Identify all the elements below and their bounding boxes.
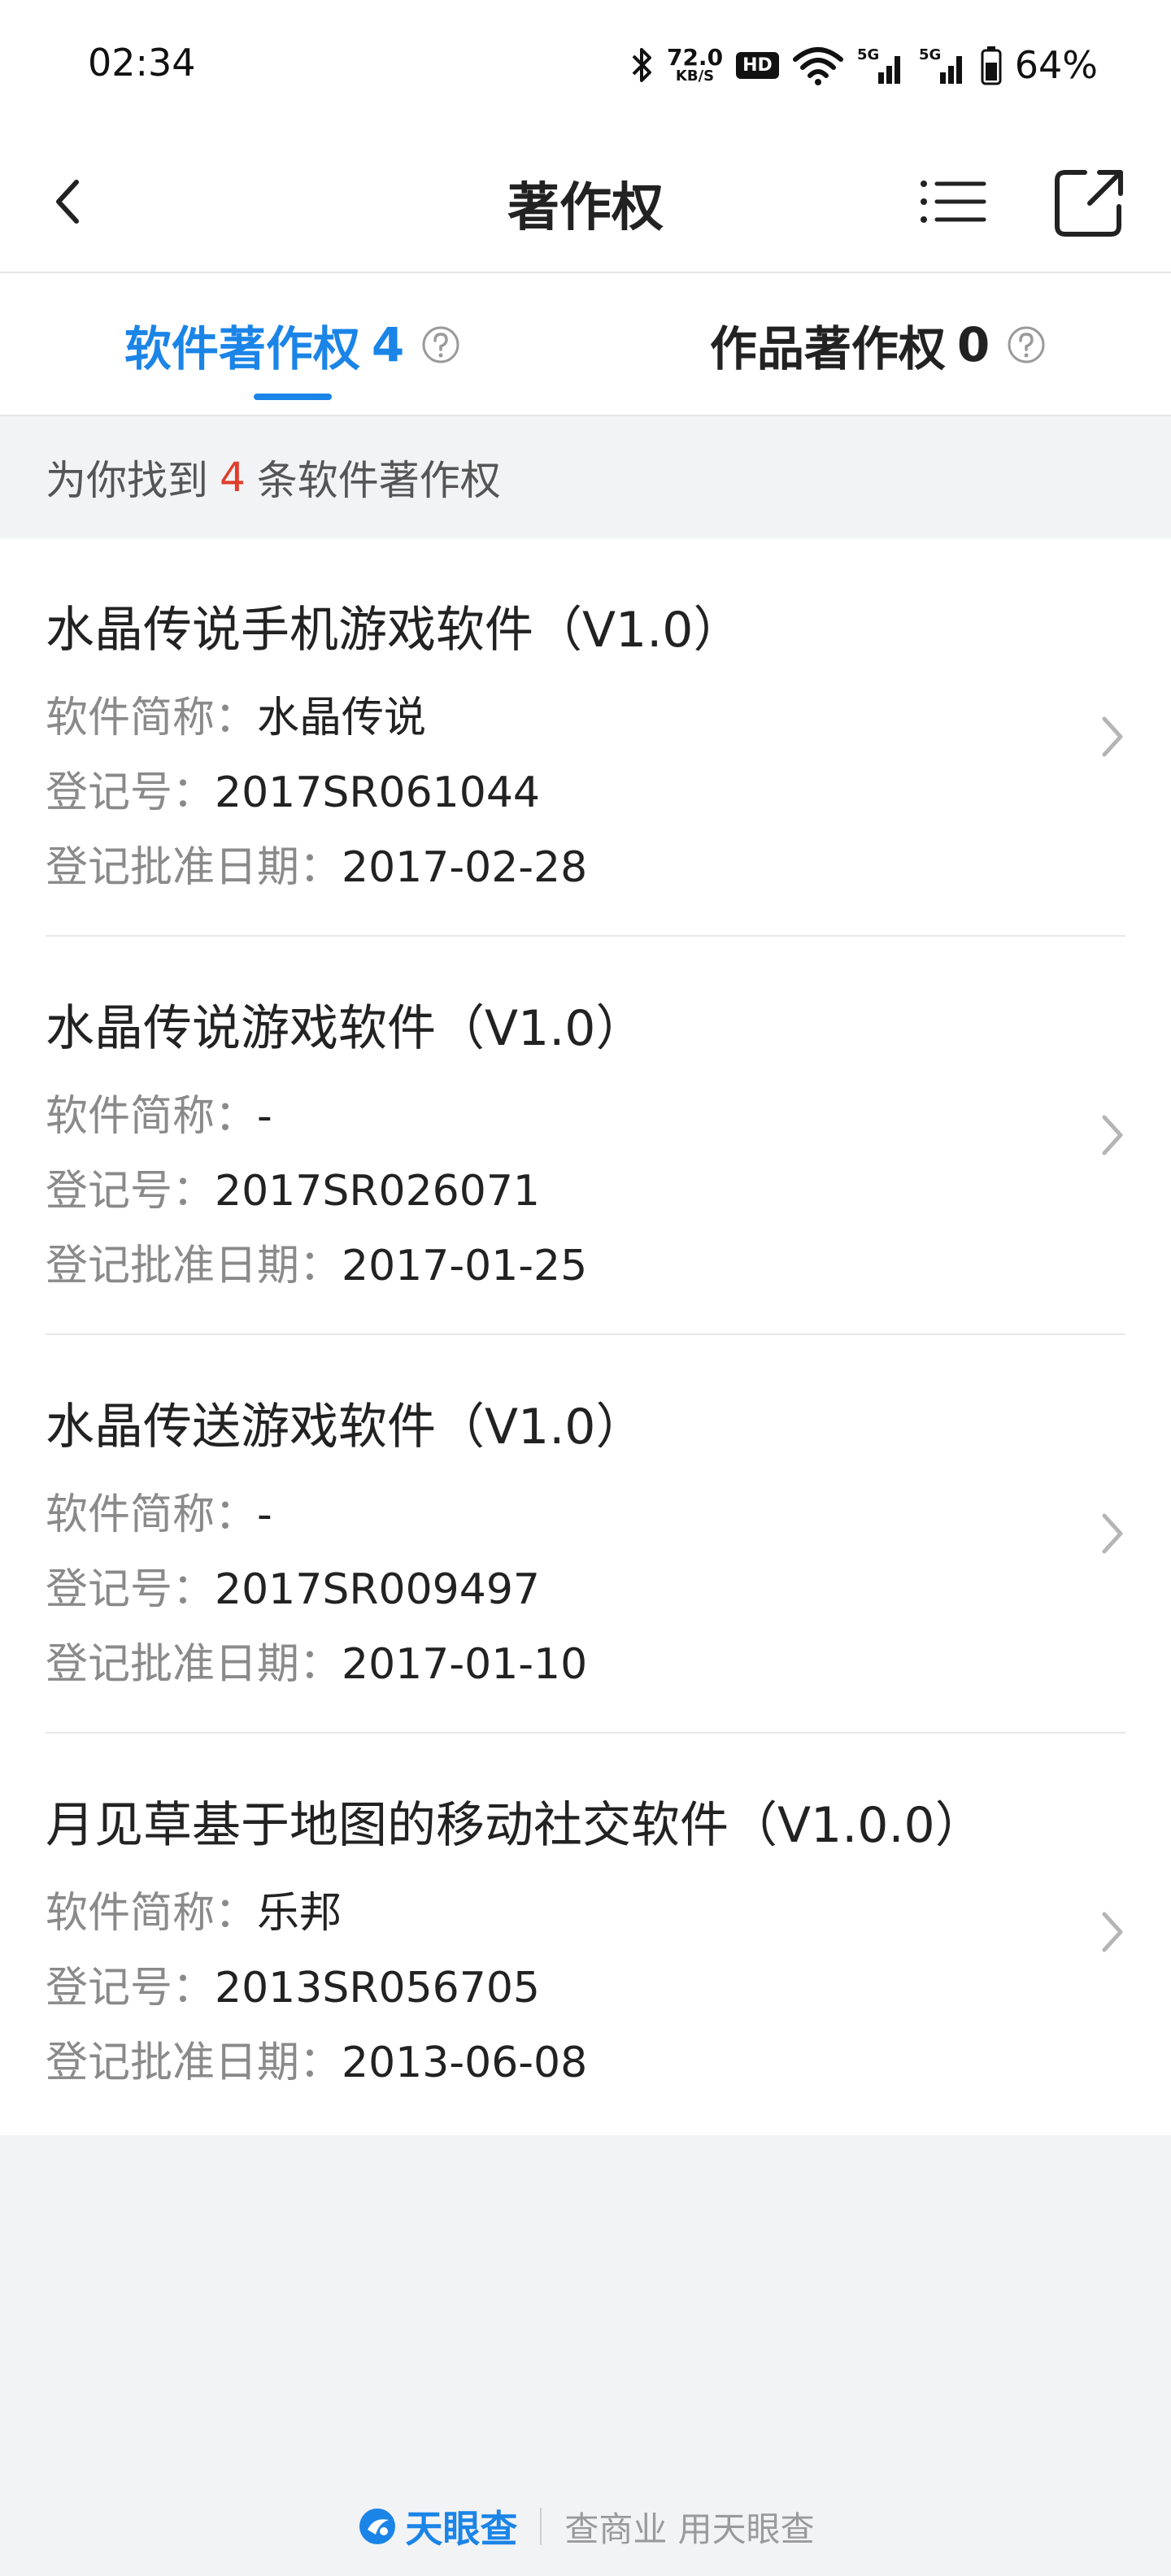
list-item[interactable]: 水晶传说游戏软件（V1.0） 软件简称：- 登记号：2017SR026071 登… (0, 937, 1171, 1335)
svg-text:5G: 5G (857, 46, 879, 63)
wifi-icon (792, 47, 843, 85)
approval-date-row: 登记批准日期：2017-01-10 (46, 1640, 588, 1689)
brand-slogan: 查商业 用天眼查 (564, 2509, 815, 2549)
short-name-row: 软件简称：乐邦 (46, 1889, 342, 1938)
tab-works-copyright[interactable]: 作品著作权 0 (586, 273, 1171, 416)
hd-badge: HD (736, 51, 779, 79)
chevron-right-icon (1102, 1513, 1123, 1554)
footer: 天眼查 查商业 用天眼查 (0, 2498, 1171, 2555)
short-name-row: 软件简称：- (46, 1490, 272, 1539)
net-speed: 72.0 KB/S (666, 44, 724, 85)
chevron-left-icon (56, 180, 79, 224)
back-button[interactable] (33, 163, 111, 241)
tab-bar: 软件著作权 4 作品著作权 0 (0, 273, 1171, 416)
question-icon[interactable] (1006, 324, 1047, 365)
tab-label: 软件著作权 (124, 321, 360, 376)
status-bar: 02:34 72.0 KB/S HD 5G 5G 64% (0, 0, 1171, 130)
active-tab-indicator (254, 394, 332, 400)
tianyancha-logo-icon (359, 2509, 396, 2544)
battery-icon (981, 46, 1002, 85)
item-title: 水晶传送游戏软件（V1.0） (46, 1399, 645, 1456)
tab-label: 作品著作权 (709, 321, 946, 376)
status-icons: 72.0 KB/S HD 5G 5G 64% (629, 36, 1098, 94)
short-name-row: 软件简称：水晶传说 (46, 694, 427, 742)
divider (540, 2508, 542, 2545)
signal-5g-icon: 5G (919, 46, 962, 84)
result-count: 4 (220, 454, 246, 501)
brand-name: 天眼查 (405, 2507, 518, 2551)
short-name-row: 软件简称：- (46, 1092, 272, 1141)
question-icon[interactable] (420, 324, 461, 365)
list-item[interactable]: 月见草基于地图的移动社交软件（V1.0.0） 软件简称：乐邦 登记号：2013S… (0, 1734, 1171, 2132)
share-button[interactable] (1049, 163, 1130, 241)
reg-no-row: 登记号：2017SR009497 (46, 1565, 540, 1614)
chevron-right-icon (1102, 1912, 1123, 1952)
item-title: 水晶传说手机游戏软件（V1.0） (46, 602, 742, 659)
reg-no-row: 登记号：2017SR061044 (46, 768, 540, 817)
summary-prefix: 为你找到 (46, 457, 208, 504)
battery-level: 64% (1014, 43, 1098, 87)
approval-date-row: 登记批准日期：2017-02-28 (46, 843, 588, 892)
nav-bar: 著作权 (0, 130, 1171, 273)
tab-count: 4 (371, 317, 405, 372)
status-time: 02:34 (88, 41, 196, 85)
list-item[interactable]: 水晶传送游戏软件（V1.0） 软件简称：- 登记号：2017SR009497 登… (0, 1335, 1171, 1734)
list-item[interactable]: 水晶传说手机游戏软件（V1.0） 软件简称：水晶传说 登记号：2017SR061… (0, 538, 1171, 937)
menu-button[interactable] (911, 163, 995, 241)
approval-date-row: 登记批准日期：2017-01-25 (46, 1242, 588, 1290)
svg-text:5G: 5G (919, 46, 941, 63)
share-icon (1055, 170, 1123, 237)
approval-date-row: 登记批准日期：2013-06-08 (46, 2039, 588, 2087)
signal-5g-icon: 5G (857, 46, 900, 84)
item-title: 月见草基于地图的移动社交软件（V1.0.0） (46, 1797, 984, 1854)
brand-logo: 天眼查 (356, 2500, 517, 2553)
page-title: 著作权 (507, 178, 664, 238)
result-summary: 为你找到 4 条软件著作权 (0, 416, 1171, 538)
chevron-right-icon (1102, 1115, 1123, 1155)
bluetooth-icon (632, 48, 651, 82)
list-icon (921, 181, 986, 223)
chevron-right-icon (1102, 716, 1123, 757)
copyright-list: 水晶传说手机游戏软件（V1.0） 软件简称：水晶传说 登记号：2017SR061… (0, 538, 1171, 2135)
summary-suffix: 条软件著作权 (256, 457, 501, 504)
reg-no-row: 登记号：2017SR026071 (46, 1167, 540, 1216)
tab-count: 0 (956, 317, 990, 372)
item-title: 水晶传说游戏软件（V1.0） (46, 1000, 645, 1057)
reg-no-row: 登记号：2013SR056705 (46, 1964, 540, 2012)
